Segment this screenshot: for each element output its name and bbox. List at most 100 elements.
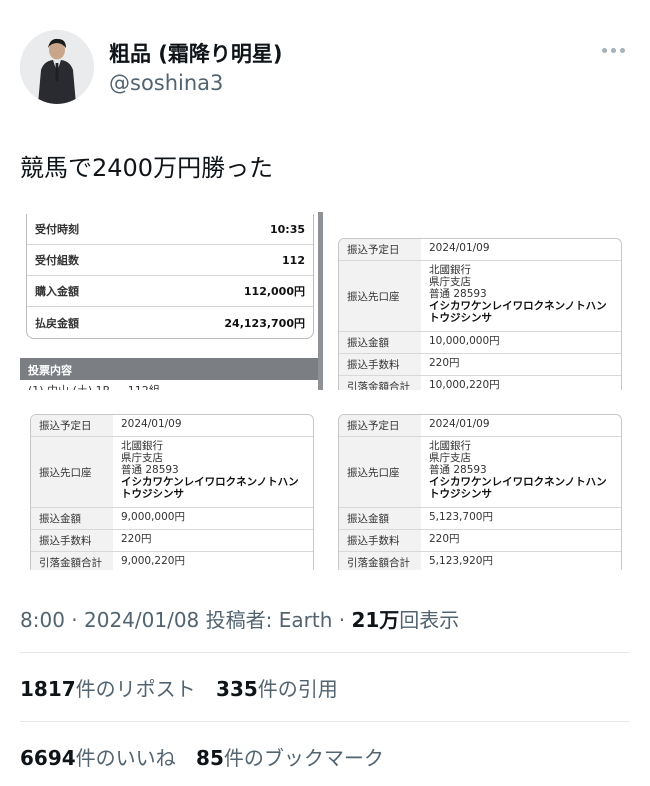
receipt-row: 受付時刻 10:35	[27, 214, 313, 245]
receipt-row: 購入金額 112,000円	[27, 276, 313, 307]
branch-name: 県庁支店	[429, 452, 471, 465]
bookmarks-count: 85	[196, 746, 224, 770]
receipt-value: 10:35	[269, 222, 305, 236]
transfer-row: 振込予定日 2024/01/09	[339, 239, 621, 261]
transfer-label: 振込先口座	[339, 437, 421, 507]
likes-label: 件のいいね	[75, 746, 176, 770]
transfer-label: 振込先口座	[339, 261, 421, 331]
likes-count: 6694	[20, 746, 76, 770]
transfer-row: 引落金額合計 9,000,220円	[31, 552, 313, 570]
receipt-label: 払戻金額	[35, 316, 79, 330]
tweet-media[interactable]: 受付時刻 10:35 受付組数 112 購入金額 112,000円 払戻金額 2…	[20, 212, 632, 570]
receipt-label: 受付時刻	[35, 223, 79, 236]
transfer-label: 振込手数料	[339, 354, 421, 375]
transfer-table: 振込予定日 2024/01/09 振込先口座 北國銀行 県庁支店 普通 2859…	[338, 414, 622, 570]
bank-name: 北國銀行	[429, 440, 471, 452]
quotes-label: 件の引用	[257, 677, 338, 701]
transfer-destination: 北國銀行 県庁支店 普通 28593 イシカワケンレイワロクネンノトハントウジシ…	[421, 261, 621, 331]
more-options-icon[interactable]	[602, 44, 630, 56]
transfer-value: 5,123,920円	[429, 555, 493, 567]
media-image-receipt[interactable]: 受付時刻 10:35 受付組数 112 購入金額 112,000円 払戻金額 2…	[20, 212, 323, 390]
author-handle[interactable]: @soshina3	[109, 71, 223, 95]
avatar[interactable]	[20, 30, 94, 104]
transfer-destination: 北國銀行 県庁支店 普通 28593 イシカワケンレイワロクネンノトハントウジシ…	[421, 437, 621, 507]
bank-name: 北國銀行	[429, 264, 471, 276]
transfer-label: 振込金額	[339, 508, 421, 529]
receipt-label: 受付組数	[35, 254, 79, 267]
media-image-transfer-1[interactable]: 振込予定日 2024/01/09 振込先口座 北國銀行 県庁支店 普通 2859…	[330, 212, 632, 390]
likes-link[interactable]: 6694件のいいね	[20, 742, 176, 771]
quotes-link[interactable]: 335件の引用	[216, 673, 338, 702]
views-count: 21万	[351, 608, 400, 632]
transfer-label: 振込予定日	[31, 415, 113, 436]
transfer-value: 9,000,220円	[121, 555, 185, 567]
transfer-row: 振込先口座 北國銀行 県庁支店 普通 28593 イシカワケンレイワロクネンノト…	[339, 261, 621, 332]
transfer-value: 220円	[121, 533, 152, 545]
transfer-table: 振込予定日 2024/01/09 振込先口座 北國銀行 県庁支店 普通 2859…	[30, 414, 314, 570]
receipt-value: 112	[282, 253, 305, 267]
stats-row-reposts: 1817件のリポスト 335件の引用	[20, 673, 352, 702]
transfer-row: 引落金額合計 5,123,920円	[339, 552, 621, 570]
transfer-row: 振込手数料 220円	[339, 530, 621, 552]
reposts-link[interactable]: 1817件のリポスト	[20, 673, 196, 702]
tweet-date[interactable]: 2024/01/08	[84, 608, 199, 632]
transfer-row: 振込金額 9,000,000円	[31, 508, 313, 530]
transfer-row: 振込手数料 220円	[31, 530, 313, 552]
transfer-label: 振込手数料	[339, 530, 421, 551]
quotes-count: 335	[216, 677, 258, 701]
account-number: 普通 28593	[121, 464, 179, 477]
transfer-label: 振込先口座	[31, 437, 113, 507]
vote-content-line: (1) 中山 (土) 1R ... 112組	[28, 382, 160, 390]
transfer-label: 振込金額	[339, 332, 421, 353]
transfer-label: 振込手数料	[31, 530, 113, 551]
stats-row-likes: 6694件のいいね 85件のブックマーク	[20, 742, 398, 771]
transfer-row: 振込先口座 北國銀行 県庁支店 普通 28593 イシカワケンレイワロクネンノト…	[31, 437, 313, 508]
transfer-value: 2024/01/09	[429, 242, 490, 254]
divider	[20, 721, 630, 722]
transfer-destination: 北國銀行 県庁支店 普通 28593 イシカワケンレイワロクネンノトハントウジシ…	[113, 437, 313, 507]
transfer-label: 振込金額	[31, 508, 113, 529]
receipt-value: 24,123,700円	[224, 316, 305, 330]
transfer-label: 振込予定日	[339, 239, 421, 260]
views-label: 回表示	[399, 608, 460, 632]
account-holder: イシカワケンレイワロクネンノトハントウジシンサ	[121, 476, 299, 501]
tweet-text: 競馬で2400万円勝った	[20, 154, 274, 182]
avatar-image	[20, 30, 94, 104]
receipt-value: 112,000円	[243, 285, 305, 298]
transfer-table: 振込予定日 2024/01/09 振込先口座 北國銀行 県庁支店 普通 2859…	[338, 238, 622, 390]
receipt-table: 受付時刻 10:35 受付組数 112 購入金額 112,000円 払戻金額 2…	[26, 214, 314, 339]
transfer-value: 10,000,000円	[429, 335, 500, 347]
transfer-row: 振込金額 10,000,000円	[339, 332, 621, 354]
tweet-header: 粗品 (霜降り明星) @soshina3	[20, 30, 630, 110]
transfer-value: 220円	[429, 533, 460, 545]
transfer-value: 2024/01/09	[429, 418, 490, 430]
reposts-count: 1817	[20, 677, 76, 701]
transfer-value: 220円	[429, 357, 460, 369]
receipt-row: 受付組数 112	[27, 245, 313, 276]
transfer-value: 5,123,700円	[429, 511, 493, 523]
receipt-row: 払戻金額 24,123,700円	[27, 307, 313, 338]
transfer-value: 2024/01/09	[121, 418, 182, 430]
transfer-row: 引落金額合計 10,000,220円	[339, 376, 621, 390]
bookmarks-link[interactable]: 85件のブックマーク	[196, 742, 384, 771]
account-number: 普通 28593	[429, 288, 487, 301]
tweet-time[interactable]: 8:00	[20, 608, 65, 632]
transfer-row: 振込予定日 2024/01/09	[339, 415, 621, 437]
account-holder: イシカワケンレイワロクネンノトハントウジシンサ	[429, 300, 607, 325]
transfer-label: 引落金額合計	[31, 552, 113, 570]
bookmarks-label: 件のブックマーク	[223, 746, 384, 770]
transfer-label: 引落金額合計	[339, 376, 421, 390]
account-holder: イシカワケンレイワロクネンノトハントウジシンサ	[429, 476, 607, 501]
media-image-transfer-3[interactable]: 振込予定日 2024/01/09 振込先口座 北國銀行 県庁支店 普通 2859…	[330, 394, 632, 570]
transfer-row: 振込金額 5,123,700円	[339, 508, 621, 530]
transfer-row: 振込予定日 2024/01/09	[31, 415, 313, 437]
tweet-poster: 投稿者: Earth	[199, 608, 333, 632]
account-number: 普通 28593	[429, 464, 487, 477]
vote-content-header: 投票内容	[20, 358, 323, 380]
author-name[interactable]: 粗品 (霜降り明星)	[109, 38, 283, 68]
divider	[20, 652, 630, 653]
media-image-transfer-2[interactable]: 振込予定日 2024/01/09 振込先口座 北國銀行 県庁支店 普通 2859…	[20, 394, 323, 570]
tweet-meta: 8:00 · 2024/01/08 投稿者: Earth · 21万回表示	[20, 604, 459, 633]
transfer-value: 10,000,220円	[429, 379, 500, 390]
reposts-label: 件のリポスト	[75, 677, 196, 701]
